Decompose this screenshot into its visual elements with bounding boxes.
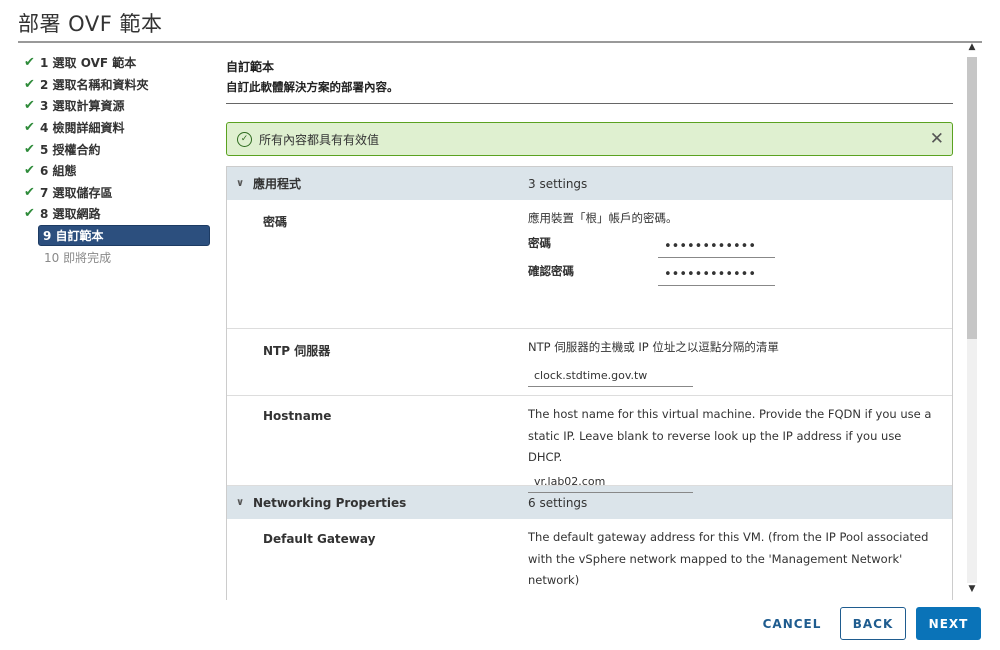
scroll-down-icon[interactable]: ▼ (965, 584, 979, 598)
default-gateway-field[interactable] (528, 595, 693, 600)
dialog-title: 部署 OVF 範本 (18, 12, 163, 36)
group-name: 應用程式 (253, 177, 302, 191)
password-field[interactable] (658, 235, 775, 258)
property-row-hostname: Hostname The host name for this virtual … (227, 396, 952, 493)
scroll-thumb[interactable] (967, 57, 977, 339)
check-icon: ✔ (24, 141, 35, 157)
scroll-track[interactable] (967, 57, 977, 583)
check-icon: ✔ (24, 76, 35, 92)
scroll-up-icon[interactable]: ▲ (965, 42, 979, 56)
step-1[interactable]: ✔ 1 選取 OVF 範本 (24, 52, 210, 74)
check-icon: ✔ (24, 163, 35, 179)
content-scrollbar[interactable]: ▲ ▼ (965, 42, 979, 598)
property-row-ntp: NTP 伺服器 NTP 伺服器的主機或 IP 位址之以逗點分隔的清單 (227, 329, 952, 396)
confirm-password-label: 確認密碼 (528, 264, 574, 278)
deploy-ovf-dialog: 部署 OVF 範本 ✔ 1 選取 OVF 範本 ✔ 2 選取名稱和資料夾 ✔ 3 選取… (0, 0, 1000, 650)
group-header-app[interactable]: ∨ 應用程式 3 settings (227, 167, 952, 200)
step-5[interactable]: ✔ 5 授權合約 (24, 138, 210, 160)
back-button[interactable]: BACK (840, 607, 906, 640)
check-icon: ✔ (24, 55, 35, 71)
property-row-password: 密碼 應用裝置「根」帳戶的密碼。 密碼 確認密碼 (227, 200, 952, 329)
check-icon: ✔ (24, 98, 35, 114)
step-7[interactable]: ✔ 7 選取儲存區 (24, 182, 210, 204)
group-count: 6 settings (528, 495, 588, 510)
confirm-password-field[interactable] (658, 263, 775, 286)
close-icon[interactable]: ✕ (930, 129, 944, 149)
hostname-field[interactable] (528, 470, 693, 493)
property-description: The default gateway address for this VM.… (528, 530, 929, 587)
step-2[interactable]: ✔ 2 選取名稱和資料夾 (24, 74, 210, 96)
password-label: 密碼 (528, 236, 551, 250)
step-8[interactable]: ✔ 8 選取網路 (24, 203, 210, 225)
group-count: 3 settings (528, 176, 588, 191)
property-description: The host name for this virtual machine. … (528, 407, 932, 464)
ntp-server-field[interactable] (528, 364, 693, 387)
property-key: NTP 伺服器 (263, 344, 331, 358)
group-name: Networking Properties (253, 495, 407, 510)
property-description: NTP 伺服器的主機或 IP 位址之以逗點分隔的清單 (528, 340, 779, 354)
wizard-steps: ✔ 1 選取 OVF 範本 ✔ 2 選取名稱和資料夾 ✔ 3 選取計算資源 ✔ 4 檢閱… (24, 52, 210, 268)
properties-grid: ∨ 應用程式 3 settings 密碼 應用裝置「根」帳戶的密碼。 密碼 確認… (226, 166, 953, 600)
property-description: 應用裝置「根」帳戶的密碼。 (528, 211, 678, 225)
next-button[interactable]: NEXT (916, 607, 981, 640)
title-divider (18, 41, 982, 43)
section-title: 自訂範本 (226, 60, 275, 74)
check-icon: ✔ (24, 120, 35, 136)
step-9-active[interactable]: 9 自訂範本 (38, 224, 210, 247)
success-alert: ✓ 所有內容都具有有效值 ✕ (226, 122, 953, 156)
check-icon: ✔ (24, 206, 35, 222)
property-key: 密碼 (263, 215, 288, 229)
chevron-down-icon[interactable]: ∨ (227, 178, 253, 189)
success-check-icon: ✓ (237, 131, 252, 147)
step-4[interactable]: ✔ 4 檢閱詳細資料 (24, 117, 210, 139)
alert-message: 所有內容都具有有效值 (259, 132, 380, 147)
section-divider (226, 103, 953, 104)
step-10: 10 即將完成 (44, 250, 112, 265)
content-pane: 自訂範本 自訂此軟體解決方案的部署內容。 ✓ 所有內容都具有有效值 ✕ ∨ 應用… (226, 52, 953, 600)
section-description: 自訂此軟體解決方案的部署內容。 (226, 80, 399, 94)
chevron-down-icon[interactable]: ∨ (227, 497, 253, 508)
property-row-gateway: Default Gateway The default gateway addr… (227, 519, 952, 600)
step-6[interactable]: ✔ 6 組態 (24, 160, 210, 182)
property-key: Hostname (263, 409, 332, 423)
cancel-button[interactable]: CANCEL (757, 607, 827, 640)
step-3[interactable]: ✔ 3 選取計算資源 (24, 95, 210, 117)
check-icon: ✔ (24, 184, 35, 200)
property-key: Default Gateway (263, 532, 376, 546)
